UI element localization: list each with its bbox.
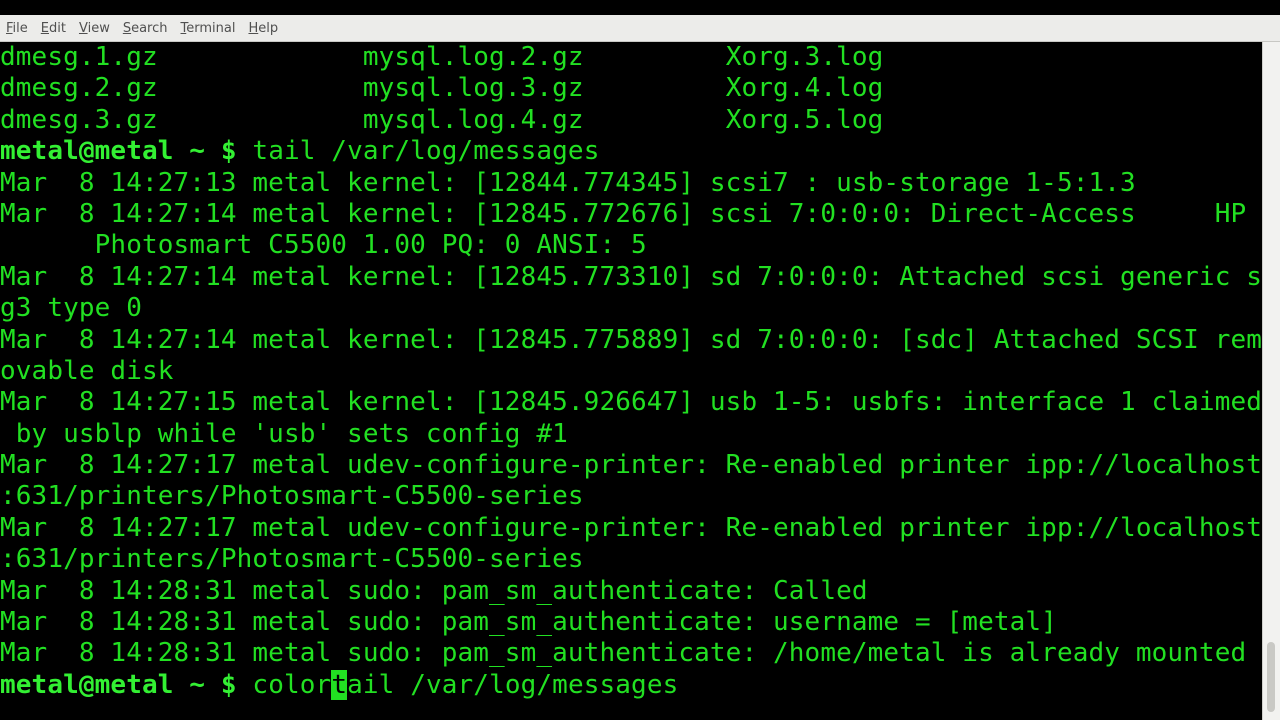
command-line: metal@metal ~ $ tail /var/log/messages — [0, 136, 1262, 167]
log-line: :631/printers/Photosmart-C5500-series — [0, 544, 584, 575]
menu-mnemonic: V — [78, 20, 88, 36]
log-line: by usblp while 'usb' sets config #1 — [0, 418, 568, 449]
menu-item-view[interactable]: View — [72, 21, 116, 36]
log-line: Mar 8 14:27:17 metal udev-configure-prin… — [0, 450, 1262, 481]
log-line: ovable disk — [0, 355, 174, 386]
menu-label-rest: earch — [131, 20, 168, 36]
log-line: Mar 8 14:28:31 metal sudo: pam_sm_authen… — [0, 575, 868, 606]
shell-prompt: metal@metal ~ $ — [0, 669, 237, 700]
log-line: Mar 8 14:27:15 metal kernel: [12845.9266… — [0, 387, 1262, 418]
command-input-before-cursor[interactable]: color — [252, 670, 331, 700]
ls-file-name: dmesg.1.gz — [0, 42, 363, 72]
menu-bar: File Edit View Search Terminal Help — [0, 15, 1280, 42]
log-line: g3 type 0 — [0, 293, 142, 324]
ls-file-name: Xorg.5.log — [725, 104, 884, 135]
ls-output-row: dmesg.1.gz mysql.log.2.gz Xorg.3.log — [0, 42, 1262, 73]
log-line: :631/printers/Photosmart-C5500-series — [0, 481, 584, 512]
menu-item-search[interactable]: Search — [116, 21, 174, 36]
log-line: Mar 8 14:27:17 metal udev-configure-prin… — [0, 512, 1262, 543]
ls-output-row: dmesg.2.gz mysql.log.3.gz Xorg.4.log — [0, 73, 1262, 104]
ls-file-name: dmesg.3.gz — [0, 104, 363, 135]
log-line: Mar 8 14:28:31 metal sudo: pam_sm_authen… — [0, 638, 1247, 669]
menu-item-edit[interactable]: Edit — [34, 21, 72, 36]
ls-file-name: Xorg.3.log — [725, 42, 884, 72]
ls-file-name: Xorg.4.log — [725, 73, 884, 104]
log-line: Mar 8 14:27:14 metal kernel: [12845.7758… — [0, 324, 1262, 355]
menu-mnemonic: H — [248, 20, 259, 36]
menu-label-rest: ile — [12, 20, 28, 36]
ls-file-name: dmesg.2.gz — [0, 73, 363, 104]
active-command-line: metal@metal ~ $ colortail /var/log/messa… — [0, 669, 1262, 701]
terminal-area[interactable]: dmesg.1.gz mysql.log.2.gz Xorg.3.log dmes… — [0, 42, 1262, 720]
log-line: Photosmart C5500 1.00 PQ: 0 ANSI: 5 — [0, 230, 647, 261]
ls-file-name: mysql.log.4.gz — [362, 104, 726, 135]
ls-file-name: mysql.log.3.gz — [362, 73, 726, 104]
menu-label-rest: dit — [49, 20, 66, 36]
ls-file-name: mysql.log.2.gz — [362, 42, 726, 72]
menu-mnemonic: S — [122, 20, 132, 36]
terminal-scrollbar[interactable] — [1262, 42, 1280, 720]
menu-item-help[interactable]: Help — [241, 21, 284, 36]
menu-label-rest: erminal — [186, 20, 236, 36]
scrollbar-thumb[interactable] — [1267, 642, 1275, 712]
command-input-after-cursor[interactable]: ail /var/log/messages — [347, 670, 678, 700]
menu-label-rest: iew — [87, 20, 110, 36]
text-cursor[interactable]: t — [331, 669, 348, 700]
ls-output-row: dmesg.3.gz mysql.log.4.gz Xorg.5.log — [0, 105, 1262, 136]
window-top-edge — [0, 0, 1280, 15]
shell-prompt: metal@metal ~ $ — [0, 136, 237, 167]
menu-item-terminal[interactable]: Terminal — [174, 21, 242, 36]
log-line: Mar 8 14:27:14 metal kernel: [12845.7726… — [0, 198, 1247, 229]
menu-item-file[interactable]: File — [0, 21, 34, 36]
terminal-output: dmesg.1.gz mysql.log.2.gz Xorg.3.log dmes… — [0, 42, 1262, 701]
command-text: tail /var/log/messages — [252, 136, 600, 167]
log-line: Mar 8 14:27:13 metal kernel: [12844.7743… — [0, 167, 1136, 198]
log-line: Mar 8 14:27:14 metal kernel: [12845.7733… — [0, 261, 1262, 292]
log-line: Mar 8 14:28:31 metal sudo: pam_sm_authen… — [0, 607, 1057, 638]
menu-label-rest: elp — [258, 20, 279, 36]
menu-mnemonic: E — [40, 20, 49, 36]
